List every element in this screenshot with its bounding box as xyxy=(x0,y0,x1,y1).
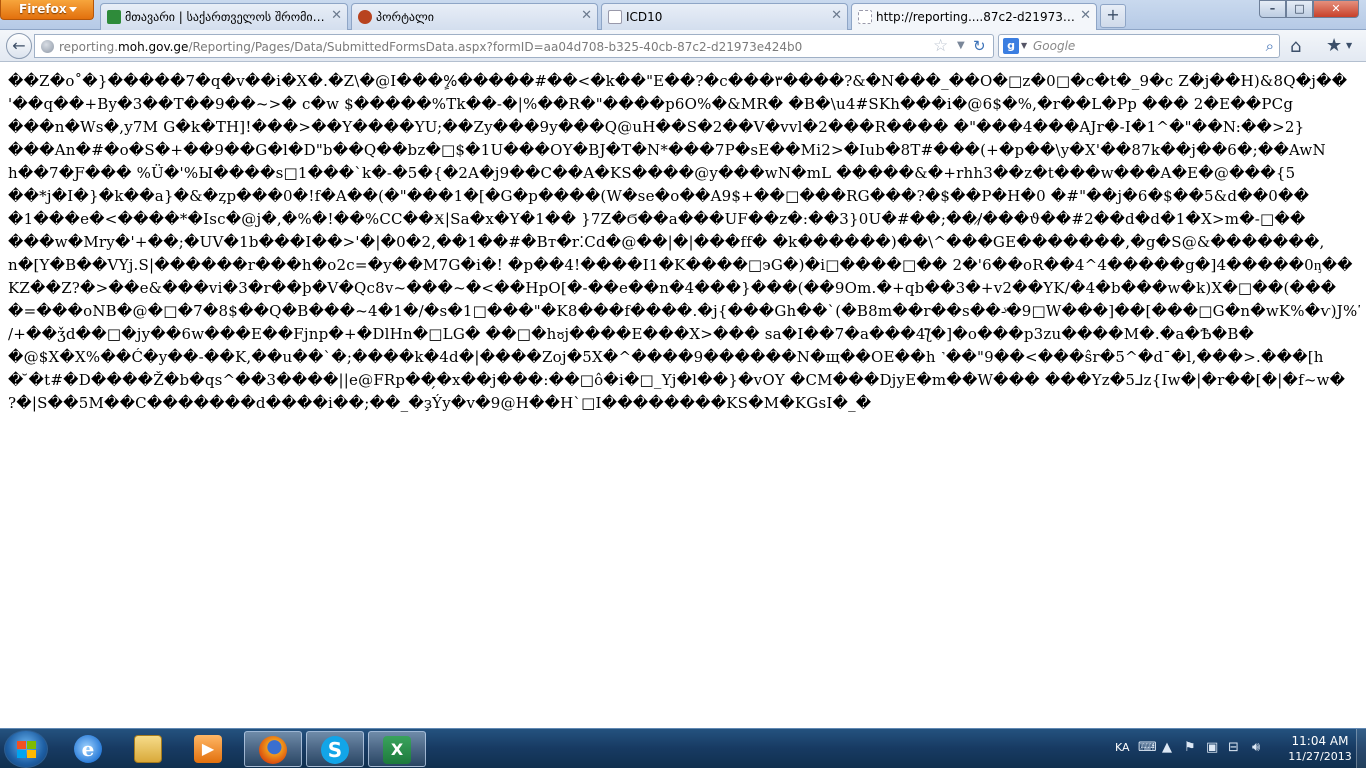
garbled-text-line: /+��ǯd��□�jy��6w���E��Fjnp�+�DlHn�□LG� �… xyxy=(8,325,1255,343)
blank-page-icon xyxy=(608,10,622,24)
tab-portal[interactable]: პორტალი ✕ xyxy=(351,3,598,30)
reload-icon[interactable]: ↻ xyxy=(973,37,986,55)
start-button[interactable] xyxy=(4,730,48,768)
firefox-menu-label: Firefox xyxy=(19,2,67,16)
system-tray: KA ⌨ ▲ ⚑ ▣ ⊟ 🔊︎ 11:04 AM 11/27/2013 xyxy=(1110,729,1366,768)
garbled-text-line: ��Z�o˚�}�����7�q�v��i�X�.�Z\�@I���%ٍ����… xyxy=(8,72,1348,90)
device-icon[interactable]: ▣ xyxy=(1206,740,1218,755)
taskbar-media-player[interactable]: ▶ xyxy=(180,731,238,767)
taskbar-internet-explorer[interactable]: e xyxy=(60,731,118,767)
language-indicator[interactable]: KA xyxy=(1115,741,1130,754)
garbled-text-line: n�[Y�B��VYj.S|������r���h�o2c=�y��M7G�i�… xyxy=(8,256,1353,274)
close-icon[interactable]: ✕ xyxy=(331,8,342,23)
garbled-text-line: �=���oNB�@�□�7�8$��Q�B���~4�1�/�s�1□���"… xyxy=(8,302,1360,320)
garbled-text-line: ���w�Mry�'+��;�UV�1b���I��>'�|�0�2,��1��… xyxy=(8,233,1325,251)
search-input[interactable]: Google xyxy=(1033,39,1075,53)
new-tab-button[interactable]: + xyxy=(1100,4,1126,28)
chevron-down-icon[interactable]: ▼ xyxy=(1021,41,1027,50)
tab-label: ICD10 xyxy=(626,10,663,24)
volume-icon[interactable]: 🔊︎ xyxy=(1252,740,1260,755)
firefox-icon xyxy=(259,736,287,764)
back-button[interactable]: ← xyxy=(6,33,32,59)
taskbar-excel[interactable]: X xyxy=(368,731,426,767)
chevron-down-icon xyxy=(69,7,77,12)
maximize-button[interactable]: □ xyxy=(1286,0,1313,18)
windows-logo-icon xyxy=(17,741,37,759)
minimize-button[interactable]: – xyxy=(1259,0,1286,18)
garbled-text-line: KZ��Z?�>��e&���vi�3�r��þ�V�Qc8v~���~�<��… xyxy=(8,279,1337,297)
taskbar-windows-explorer[interactable] xyxy=(120,731,178,767)
network-icon[interactable]: ⊟ xyxy=(1228,740,1239,755)
taskbar-firefox[interactable] xyxy=(244,731,302,767)
action-center-flag-icon[interactable]: ⚑ xyxy=(1184,740,1196,755)
garbled-text-line: h��7�Ƒ��� %Ü�'%Ы����s□1���`k�-�5�{�2A�j9… xyxy=(8,164,1296,182)
search-bar[interactable]: g ▼ Google ⌕ xyxy=(998,34,1280,58)
media-player-icon: ▶ xyxy=(194,735,222,763)
navigation-toolbar: ← reporting.moh.gov.ge/Reporting/Pages/D… xyxy=(0,30,1366,62)
close-window-button[interactable]: ✕ xyxy=(1313,0,1359,18)
chevron-down-icon[interactable]: ▼ xyxy=(1346,41,1352,50)
keyboard-icon[interactable]: ⌨ xyxy=(1138,740,1157,755)
history-dropdown-icon[interactable]: ▼ xyxy=(957,40,965,51)
garbled-text-line: � ̆�t#�D����Ž�b�qs^��3����||e@FRp��̗�x��… xyxy=(8,371,1346,389)
url-path: /Reporting/Pages/Data/SubmittedFormsData… xyxy=(188,40,803,54)
folder-icon xyxy=(134,735,162,763)
url-text[interactable]: reporting.moh.gov.ge/Reporting/Pages/Dat… xyxy=(59,40,802,54)
garbled-text-line: ?�|S��5M��C�������d����i��;��_�ҙÝy�v�9@H… xyxy=(8,394,872,412)
firefox-menu-button[interactable]: Firefox xyxy=(0,0,94,20)
blank-page-icon xyxy=(858,10,872,24)
garbled-text-line: ��*j�I�}�k��a}�&�ȥp���0�!f�A��(�"���1�[�… xyxy=(8,187,1310,205)
ministry-favicon-icon xyxy=(107,10,121,24)
page-content: ��Z�o˚�}�����7�q�v��i�X�.�Z\�@I���%ٍ����… xyxy=(0,62,1366,728)
home-icon[interactable]: ⌂ xyxy=(1290,36,1301,57)
tab-label: http://reporting....87c2-d21973e424b0 xyxy=(876,10,1076,24)
close-icon[interactable]: ✕ xyxy=(1080,8,1091,23)
address-bar[interactable]: reporting.moh.gov.ge/Reporting/Pages/Dat… xyxy=(34,34,994,58)
google-icon[interactable]: g xyxy=(1003,38,1019,54)
close-icon[interactable]: ✕ xyxy=(581,8,592,23)
taskbar-skype[interactable]: S xyxy=(306,731,364,767)
garbled-text-line: '��q��+By�3��T��9��~>� c�w $�����%Tk��-�… xyxy=(8,95,1294,113)
garbled-text-line: �@$X�X%��Ć�y��-��K,��u��`�;����k�4d�|���… xyxy=(8,348,1324,366)
search-icon[interactable]: ⌕ xyxy=(1266,37,1274,55)
excel-icon: X xyxy=(383,736,411,764)
show-hidden-icons-icon[interactable]: ▲ xyxy=(1162,740,1172,755)
bookmarks-icon[interactable]: ★ xyxy=(1326,35,1342,56)
tab-reporting[interactable]: http://reporting....87c2-d21973e424b0 ✕ xyxy=(851,3,1097,31)
internet-explorer-icon: e xyxy=(74,735,102,763)
tab-icd10[interactable]: ICD10 ✕ xyxy=(601,3,848,30)
tab-strip: Firefox მთავარი | საქართველოს შრომის, ..… xyxy=(0,0,1366,31)
tab-label: პორტალი xyxy=(376,10,435,24)
skype-icon: S xyxy=(321,736,349,764)
garbled-text-line: ���An�#�o�S�+��9��G�l�D"b��Q��bz�□$�1U��… xyxy=(8,141,1326,159)
tab-label: მთავარი | საქართველოს შრომის, ... xyxy=(125,10,327,24)
globe-icon xyxy=(41,40,54,53)
clock-date[interactable]: 11/27/2013 xyxy=(1282,750,1358,763)
garbled-text-line: �1���e�<����*�Isc�@j�,�%�!��%CC��Ӿ|Sa�x�… xyxy=(8,210,1306,228)
portal-favicon-icon xyxy=(358,10,372,24)
url-prefix: reporting. xyxy=(59,40,119,54)
garbled-text-line: ���n�Ws�,y7M G�k�TH]!���>��Y����YU;��Zy�… xyxy=(8,118,1305,136)
windows-taskbar: e ▶ S X KA ⌨ ▲ ⚑ ▣ ⊟ 🔊︎ 11:04 AM 11/27/2… xyxy=(0,728,1366,768)
url-domain: moh.gov.ge xyxy=(118,40,189,54)
tab-moh-home[interactable]: მთავარი | საქართველოს შრომის, ... ✕ xyxy=(100,3,348,30)
clock-time[interactable]: 11:04 AM xyxy=(1290,734,1350,748)
close-icon[interactable]: ✕ xyxy=(831,8,842,23)
show-desktop-button[interactable] xyxy=(1356,729,1366,768)
bookmark-star-icon[interactable]: ☆ xyxy=(933,36,948,56)
